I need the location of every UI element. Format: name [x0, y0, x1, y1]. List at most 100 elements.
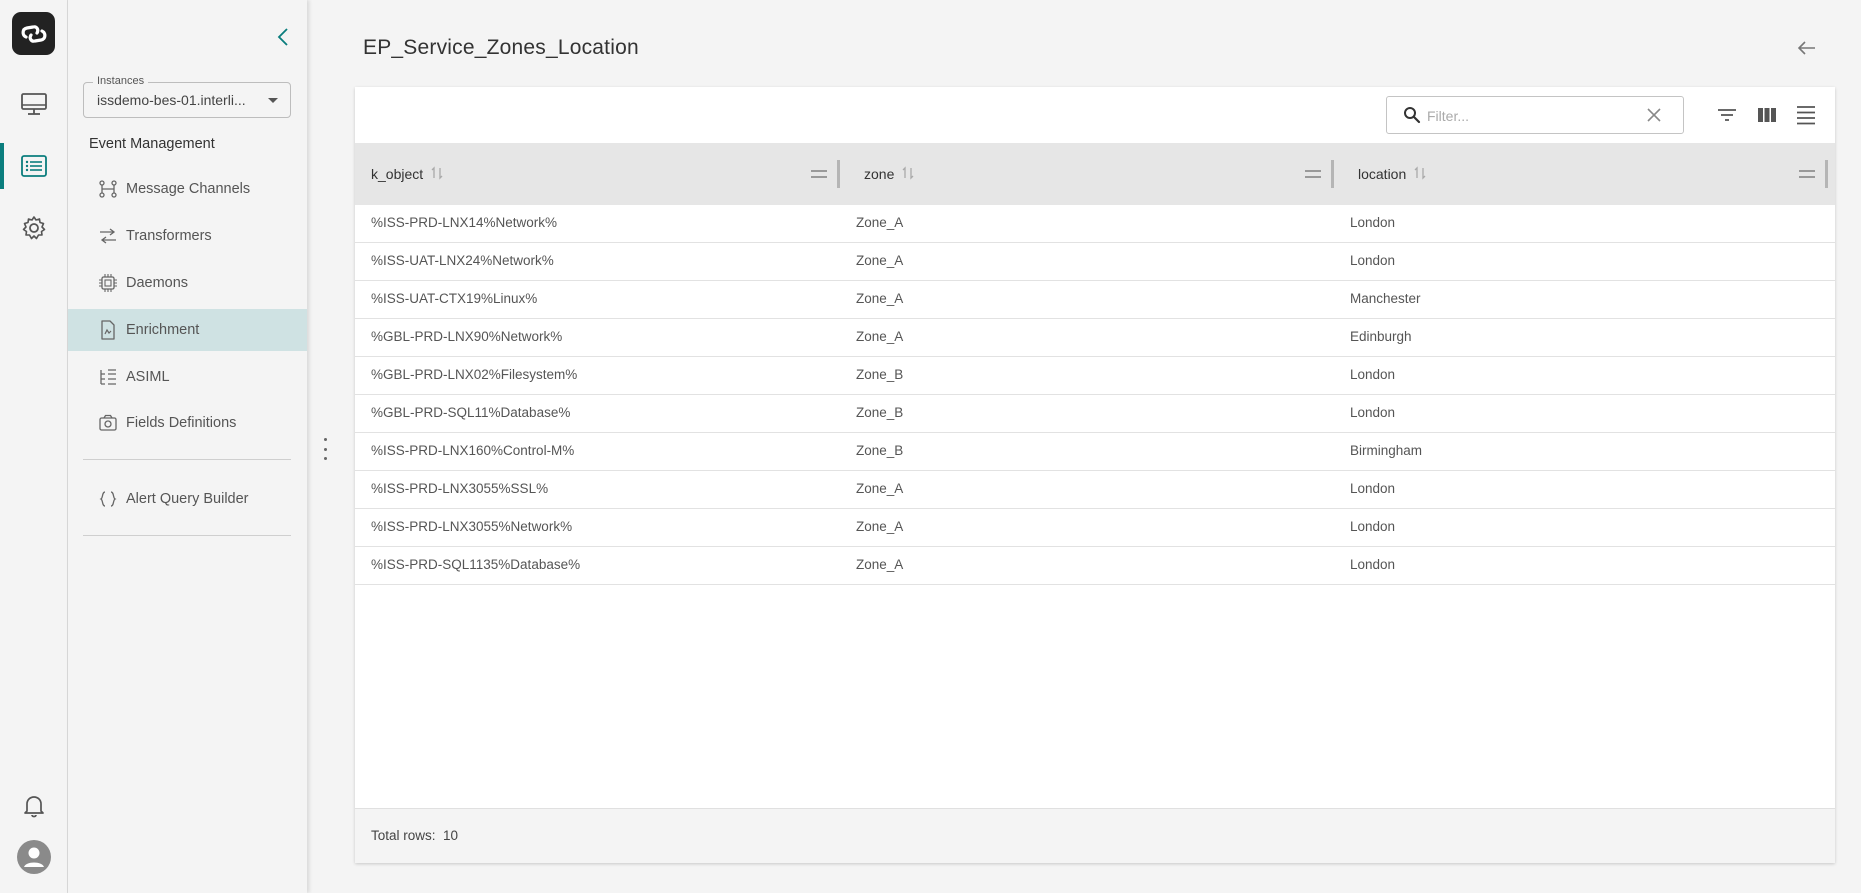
clear-icon[interactable] [1645, 106, 1663, 128]
sidebar-item-daemons[interactable]: Daemons [68, 262, 307, 304]
sidebar-item-message-channels[interactable]: Message Channels [68, 168, 307, 210]
rail-monitor-button[interactable] [0, 81, 68, 127]
column-resize-handle[interactable] [1825, 160, 1828, 188]
sidebar-resize-handle[interactable] [322, 438, 328, 460]
sidebar-item-asiml[interactable]: ASIML [68, 356, 307, 398]
table-row[interactable]: %GBL-PRD-LNX02%Filesystem% Zone_B London [355, 357, 1835, 395]
cell-location: Birmingham [1350, 443, 1423, 458]
cell-k-object: %GBL-PRD-LNX02%Filesystem% [371, 367, 578, 382]
column-header-zone[interactable]: zone [864, 143, 914, 205]
table-header: k_object zone location [355, 143, 1835, 205]
sidebar-item-enrichment[interactable]: Enrichment [68, 309, 307, 351]
column-menu-icon[interactable] [811, 170, 827, 178]
caret-down-icon [268, 98, 278, 103]
enrichment-icon [98, 320, 118, 340]
list-icon [21, 155, 47, 177]
column-resize-handle[interactable] [837, 160, 840, 188]
filter-lines-icon[interactable] [1715, 103, 1739, 127]
cell-k-object: %ISS-UAT-CTX19%Linux% [371, 291, 538, 306]
sidebar-item-fields-definitions[interactable]: Fields Definitions [68, 402, 307, 444]
cell-location: London [1350, 367, 1396, 382]
column-header-location[interactable]: location [1358, 143, 1426, 205]
total-rows-label: Total rows: [371, 828, 436, 843]
cell-k-object: %ISS-PRD-LNX3055%SSL% [371, 481, 549, 496]
rail-settings-button[interactable] [0, 205, 68, 251]
filter-field[interactable] [1386, 96, 1684, 134]
sidebar-item-label: Fields Definitions [126, 415, 237, 431]
columns-icon[interactable] [1755, 103, 1779, 127]
rail-user-button[interactable] [0, 834, 68, 880]
back-button[interactable] [1795, 36, 1819, 60]
sidebar-item-label: Transformers [126, 228, 212, 244]
table-row[interactable]: %GBL-PRD-LNX90%Network% Zone_A Edinburgh [355, 319, 1835, 357]
link-logo-icon [21, 24, 46, 43]
cell-location: London [1350, 215, 1396, 230]
user-avatar-icon [17, 840, 51, 874]
cell-location: Edinburgh [1350, 329, 1412, 344]
fields-icon [98, 413, 118, 433]
sort-icon[interactable] [902, 165, 914, 183]
sidebar-item-label: Daemons [126, 275, 189, 291]
sidebar-item-label: Enrichment [126, 322, 200, 338]
column-menu-icon[interactable] [1305, 170, 1321, 178]
table-row[interactable]: %ISS-UAT-LNX24%Network% Zone_A London [355, 243, 1835, 281]
table-row[interactable]: %GBL-PRD-SQL11%Database% Zone_B London [355, 395, 1835, 433]
chevron-left-icon [277, 28, 288, 46]
cell-zone: Zone_A [856, 557, 904, 572]
density-icon[interactable] [1794, 103, 1818, 127]
cell-k-object: %ISS-PRD-LNX3055%Network% [371, 519, 573, 534]
cell-zone: Zone_B [856, 443, 904, 458]
table-footer: Total rows: 10 [355, 808, 1835, 863]
instances-select[interactable]: Instances issdemo-bes-01.interli... [83, 75, 291, 118]
rail-list-button[interactable] [0, 143, 68, 189]
cell-k-object: %GBL-PRD-SQL11%Database% [371, 405, 571, 420]
bell-icon [24, 796, 44, 818]
section-title-event-management: Event Management [89, 136, 215, 152]
table-row[interactable]: %ISS-PRD-LNX3055%SSL% Zone_A London [355, 471, 1835, 509]
sidebar-item-transformers[interactable]: Transformers [68, 215, 307, 257]
monitor-icon [21, 93, 47, 115]
column-header-k-object[interactable]: k_object [371, 143, 443, 205]
column-menu-icon[interactable] [1799, 170, 1815, 178]
sort-icon[interactable] [431, 165, 443, 183]
total-rows: Total rows: 10 [371, 828, 458, 843]
column-header-label: zone [864, 166, 895, 182]
gear-icon [22, 216, 46, 240]
sidebar-item-label: Message Channels [126, 181, 251, 197]
cell-zone: Zone_A [856, 291, 904, 306]
cell-location: Manchester [1350, 291, 1421, 306]
table-card: k_object zone location %ISS-PRD-LNX14%Ne… [355, 87, 1835, 863]
column-header-label: location [1358, 166, 1407, 182]
instances-label: Instances [93, 75, 149, 87]
sidebar-item-label: Alert Query Builder [126, 491, 249, 507]
collapse-sidebar-button[interactable] [268, 22, 298, 52]
cell-location: London [1350, 519, 1396, 534]
sidebar: Instances issdemo-bes-01.interli... Even… [68, 0, 307, 893]
cell-location: London [1350, 557, 1396, 572]
transformers-icon [98, 226, 118, 246]
table-row[interactable]: %ISS-PRD-LNX3055%Network% Zone_A London [355, 509, 1835, 547]
message-channels-icon [98, 179, 118, 199]
table-row[interactable]: %ISS-PRD-LNX14%Network% Zone_A London [355, 205, 1835, 243]
sort-icon[interactable] [1414, 165, 1426, 183]
cell-location: London [1350, 481, 1396, 496]
cell-k-object: %ISS-UAT-LNX24%Network% [371, 253, 554, 268]
table-row[interactable]: %ISS-PRD-LNX160%Control-M% Zone_B Birmin… [355, 433, 1835, 471]
cell-zone: Zone_A [856, 481, 904, 496]
sidebar-item-label: ASIML [126, 369, 170, 385]
table-body: %ISS-PRD-LNX14%Network% Zone_A London %I… [355, 205, 1835, 585]
rail-notifications-button[interactable] [0, 783, 68, 829]
table-row[interactable]: %ISS-PRD-SQL1135%Database% Zone_A London [355, 547, 1835, 585]
table-row[interactable]: %ISS-UAT-CTX19%Linux% Zone_A Manchester [355, 281, 1835, 319]
asiml-icon [98, 367, 118, 387]
cell-k-object: %ISS-PRD-SQL1135%Database% [371, 557, 581, 572]
cell-zone: Zone_A [856, 519, 904, 534]
app-logo[interactable] [12, 12, 55, 55]
total-rows-count: 10 [443, 828, 459, 843]
sidebar-item-alert-query-builder[interactable]: Alert Query Builder [68, 478, 307, 520]
column-resize-handle[interactable] [1331, 160, 1334, 188]
cell-location: London [1350, 253, 1396, 268]
chip-icon [98, 273, 118, 293]
table-toolbar [355, 87, 1835, 143]
filter-input[interactable] [1427, 105, 1627, 127]
